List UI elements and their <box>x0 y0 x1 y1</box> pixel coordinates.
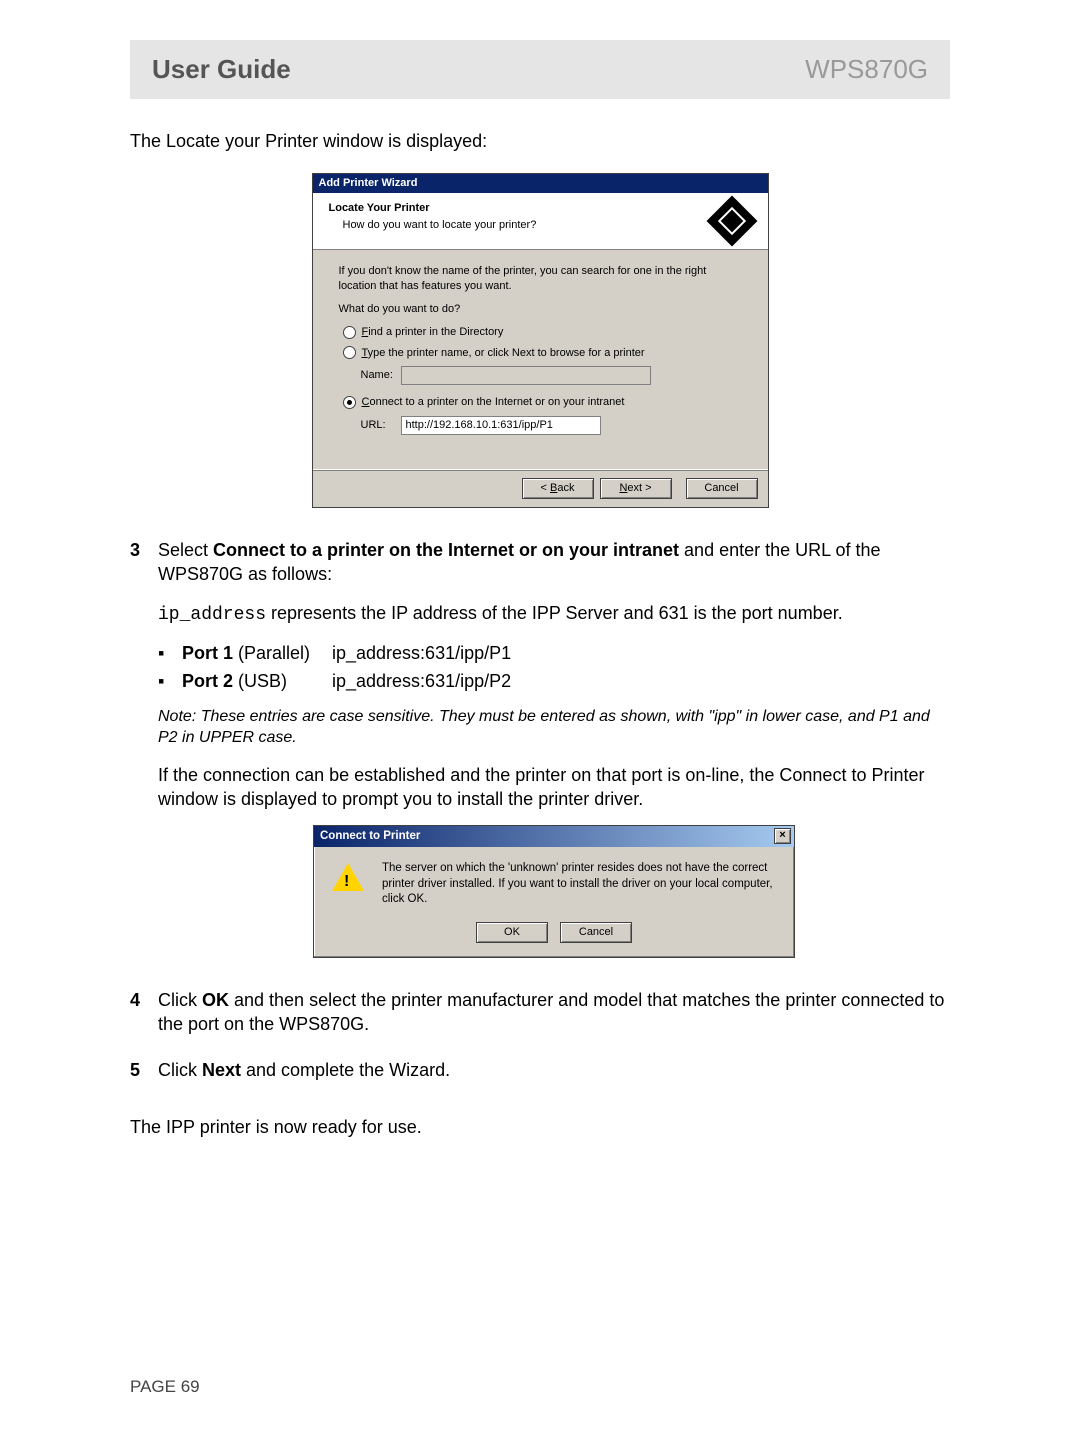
step-body: Select Connect to a printer on the Inter… <box>158 538 950 980</box>
dialog-title-text: Connect to Printer <box>320 829 420 845</box>
bullet-icon: ▪ <box>158 641 182 665</box>
dialog-screenshot: Connect to Printer × The server on which… <box>158 825 950 957</box>
header-title: User Guide <box>152 54 291 85</box>
step-number: 4 <box>130 988 158 1051</box>
radio-connect-internet[interactable]: Connect to a printer on the Internet or … <box>343 395 742 410</box>
radio-type-name[interactable]: Type the printer name, or click Next to … <box>343 346 742 361</box>
wizard-header: Locate Your Printer How do you want to l… <box>313 193 768 250</box>
dialog-buttons: OK Cancel <box>314 912 794 957</box>
close-icon[interactable]: × <box>774 828 791 844</box>
wizard-prompt: What do you want to do? <box>339 302 742 317</box>
header-bar: User Guide WPS870G <box>130 40 950 99</box>
name-label: Name: <box>361 368 401 383</box>
wizard-header-sub: How do you want to locate your printer? <box>343 218 537 233</box>
back-button[interactable]: < Back <box>522 478 594 499</box>
next-button[interactable]: Next > <box>600 478 672 499</box>
name-input[interactable] <box>401 366 651 385</box>
step-body: Click Next and complete the Wizard. <box>158 1058 950 1096</box>
port-table: ▪ Port 1 (Parallel) ip_address:631/ipp/P… <box>158 641 950 694</box>
url-field-row: URL: http://192.168.10.1:631/ipp/P1 <box>361 416 742 435</box>
step-3-instruction: Select Connect to a printer on the Inter… <box>158 538 950 587</box>
step-4: 4 Click OK and then select the printer m… <box>130 988 950 1051</box>
warning-icon <box>332 863 364 891</box>
add-printer-wizard: Add Printer Wizard Locate Your Printer H… <box>312 173 769 508</box>
wizard-note: If you don't know the name of the printe… <box>339 264 742 294</box>
bullet-icon: ▪ <box>158 669 182 693</box>
url-input[interactable]: http://192.168.10.1:631/ipp/P1 <box>401 416 601 435</box>
step-body: Click OK and then select the printer man… <box>158 988 950 1051</box>
case-sensitive-note: Note: These entries are case sensitive. … <box>158 706 950 749</box>
step-3-connection-para: If the connection can be established and… <box>158 763 950 812</box>
cancel-button[interactable]: Cancel <box>560 922 632 943</box>
port-1-value: ip_address:631/ipp/P1 <box>332 641 511 665</box>
header-model: WPS870G <box>805 54 928 85</box>
wizard-header-title: Locate Your Printer <box>329 201 537 216</box>
port-1-row: ▪ Port 1 (Parallel) ip_address:631/ipp/P… <box>158 641 950 665</box>
page: User Guide WPS870G The Locate your Print… <box>0 40 1080 1437</box>
dialog-message: The server on which the 'unknown' printe… <box>382 861 780 908</box>
wizard-titlebar: Add Printer Wizard <box>313 174 768 193</box>
url-label: URL: <box>361 418 401 433</box>
closing-line: The IPP printer is now ready for use. <box>130 1115 950 1139</box>
step-5: 5 Click Next and complete the Wizard. <box>130 1058 950 1096</box>
step-3-ip-line: ip_address represents the IP address of … <box>158 601 950 627</box>
wizard-body: If you don't know the name of the printe… <box>313 250 768 469</box>
dialog-body: The server on which the 'unknown' printe… <box>314 847 794 912</box>
printer-icon <box>706 196 757 247</box>
port-2-value: ip_address:631/ipp/P2 <box>332 669 511 693</box>
step-number: 3 <box>130 538 158 980</box>
step-4-instruction: Click OK and then select the printer man… <box>158 988 950 1037</box>
wizard-header-text: Locate Your Printer How do you want to l… <box>329 201 537 233</box>
radio-find-directory[interactable]: Find a printer in the Directory <box>343 325 742 340</box>
dialog-titlebar: Connect to Printer × <box>314 826 794 847</box>
radio-icon <box>343 326 356 339</box>
cancel-button[interactable]: Cancel <box>686 478 758 499</box>
step-5-instruction: Click Next and complete the Wizard. <box>158 1058 950 1082</box>
radio-icon <box>343 396 356 409</box>
name-field-row: Name: <box>361 366 742 385</box>
port-2-row: ▪ Port 2 (USB) ip_address:631/ipp/P2 <box>158 669 950 693</box>
wizard-footer: < Back Next > Cancel <box>313 469 768 507</box>
content: The Locate your Printer window is displa… <box>130 129 950 1139</box>
step-3: 3 Select Connect to a printer on the Int… <box>130 538 950 980</box>
ok-button[interactable]: OK <box>476 922 548 943</box>
radio-icon <box>343 346 356 359</box>
intro-text: The Locate your Printer window is displa… <box>130 129 950 153</box>
wizard-screenshot: Add Printer Wizard Locate Your Printer H… <box>130 173 950 508</box>
connect-to-printer-dialog: Connect to Printer × The server on which… <box>313 825 795 957</box>
page-number: PAGE 69 <box>130 1377 200 1397</box>
step-number: 5 <box>130 1058 158 1096</box>
